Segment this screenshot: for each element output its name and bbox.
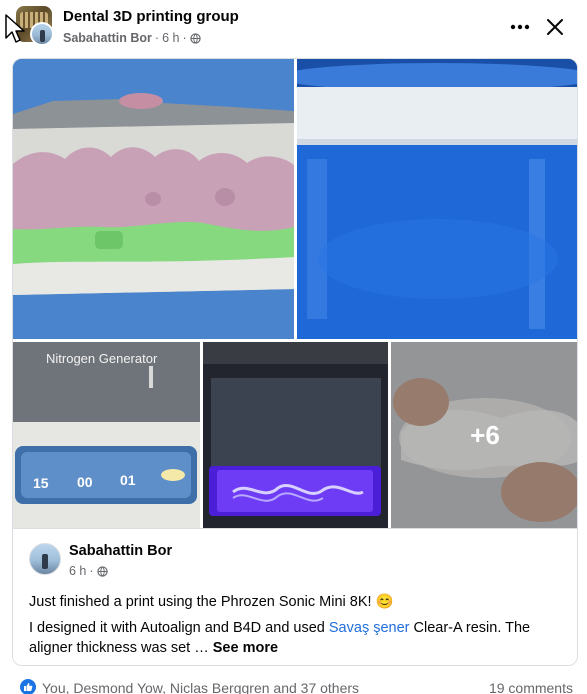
post-text-line1: Just finished a print using the Phrozen … — [29, 594, 394, 610]
photo-dental-scan[interactable] — [13, 59, 294, 339]
globe-icon — [96, 565, 108, 577]
original-post: Sabahattin Bor 6 h · Just finished a pri… — [13, 528, 577, 665]
original-author-avatar[interactable] — [29, 543, 61, 575]
more-options-button[interactable] — [505, 12, 535, 42]
see-more-link[interactable]: See more — [213, 640, 278, 656]
original-author-name[interactable]: Sabahattin Bor — [69, 543, 172, 559]
post-meta: Sabahattin Bor · 6 h · — [63, 31, 201, 45]
group-name-link[interactable]: Dental 3D printing group — [63, 8, 239, 25]
shared-post-card[interactable]: Nitrogen Generator 15 00 01 +6 Sabahatti… — [12, 58, 578, 666]
display-value: 01 — [120, 472, 136, 488]
resin-bucket-image — [297, 59, 577, 339]
photo-resin-bucket[interactable] — [297, 59, 577, 339]
globe-icon — [189, 32, 201, 44]
close-button[interactable] — [540, 12, 570, 42]
meta-separator: · — [154, 31, 160, 45]
nitrogen-generator-image — [13, 342, 200, 528]
meta-separator: · — [89, 564, 94, 578]
author-avatar[interactable] — [30, 22, 54, 46]
post-text-body: I designed it with Autoalign and B4D and… — [29, 618, 559, 658]
post-text-part: I designed it with Autoalign and B4D and… — [29, 620, 329, 636]
photo-printer-uv[interactable] — [203, 342, 388, 528]
display-value: 00 — [77, 474, 93, 490]
photo-aligner-more[interactable]: +6 — [391, 342, 577, 528]
printer-uv-image — [203, 342, 388, 528]
more-photos-count[interactable]: +6 — [391, 342, 577, 528]
more-dots-icon — [510, 24, 530, 30]
post-header: Dental 3D printing group Sabahattin Bor … — [0, 0, 587, 56]
display-value: 15 — [33, 475, 49, 491]
like-reaction-icon[interactable] — [20, 679, 36, 694]
reactors-text[interactable]: You, Desmond Yow, Niclas Berggren and 37… — [42, 680, 359, 694]
close-icon — [547, 19, 563, 35]
reactions-bar: You, Desmond Yow, Niclas Berggren and 37… — [0, 676, 587, 694]
mention-link[interactable]: Savaş şener — [329, 620, 410, 636]
thumbs-up-icon — [24, 683, 33, 691]
dental-scan-image — [13, 59, 294, 339]
original-post-time[interactable]: 6 h — [69, 564, 86, 578]
original-post-meta: 6 h · — [69, 564, 108, 578]
nitrogen-generator-label: Nitrogen Generator — [46, 351, 158, 366]
comments-count[interactable]: 19 comments — [489, 680, 573, 694]
photo-nitrogen-generator[interactable]: Nitrogen Generator 15 00 01 — [13, 342, 200, 528]
author-name-link[interactable]: Sabahattin Bor — [63, 31, 152, 45]
post-time[interactable]: 6 h — [162, 31, 179, 45]
meta-separator: · — [182, 31, 187, 45]
mouse-cursor-icon — [5, 14, 25, 43]
